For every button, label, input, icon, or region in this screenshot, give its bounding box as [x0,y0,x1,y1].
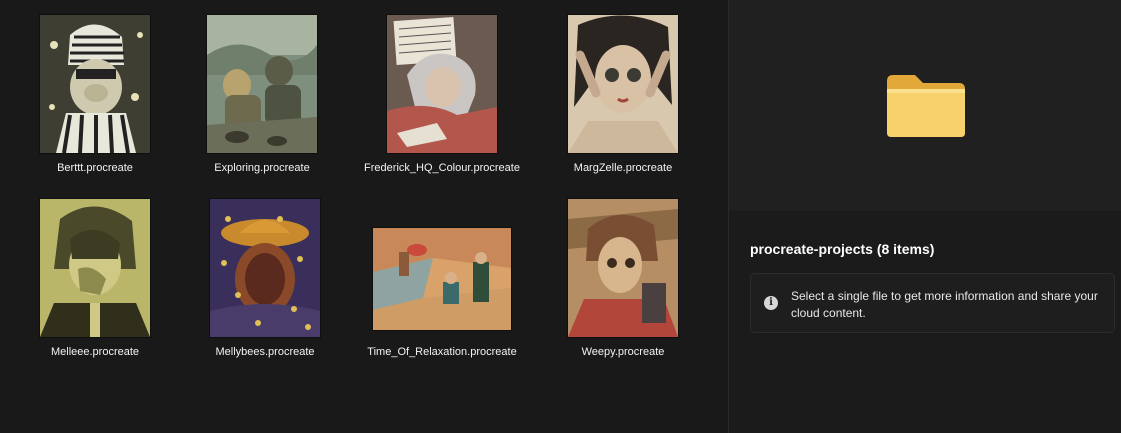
file-tile-weepy[interactable]: Weepy.procreate [533,193,713,375]
file-tile-time-of-relaxation[interactable]: Time_Of_Relaxation.procreate [352,193,532,375]
info-message: Select a single file to get more informa… [791,289,1098,320]
file-name: Frederick_HQ_Colour.procreate [364,162,520,174]
file-explorer-window: Berttt.procreate Exploring.procreate Fre… [0,0,1121,433]
thumbnail[interactable] [5,9,185,159]
file-grid: Berttt.procreate Exploring.procreate Fre… [0,0,728,433]
thumbnail[interactable] [175,193,355,343]
thumbnail[interactable] [533,193,713,343]
thumbnail[interactable] [5,193,185,343]
folder-summary-title: procreate-projects (8 items) [750,241,935,257]
file-name: Exploring.procreate [214,162,310,174]
folder-icon [886,74,965,137]
file-name: Mellybees.procreate [215,346,315,358]
file-name: Weepy.procreate [581,346,665,358]
file-tile-berttt[interactable]: Berttt.procreate [5,9,185,191]
file-name: Berttt.procreate [57,162,133,174]
procreate-artwork-thumbnail [373,228,511,330]
thumbnail[interactable] [352,9,532,159]
folder-preview [729,0,1121,211]
details-pane: procreate-projects (8 items) i Select a … [728,0,1121,433]
procreate-artwork-thumbnail [387,15,497,153]
thumbnail[interactable] [533,9,713,159]
file-tile-melleee[interactable]: Melleee.procreate [5,193,185,375]
procreate-artwork-thumbnail [40,199,150,337]
procreate-artwork-thumbnail [568,15,678,153]
file-tile-margzelle[interactable]: MargZelle.procreate [533,9,713,191]
file-tile-mellybees[interactable]: Mellybees.procreate [175,193,355,375]
file-name: MargZelle.procreate [573,162,673,174]
procreate-artwork-thumbnail [207,15,317,153]
file-tile-frederick[interactable]: Frederick_HQ_Colour.procreate [352,9,532,191]
procreate-artwork-thumbnail [568,199,678,337]
thumbnail[interactable] [172,9,352,159]
info-card: i Select a single file to get more infor… [750,273,1115,333]
file-name: Melleee.procreate [50,346,140,358]
procreate-artwork-thumbnail [210,199,320,337]
file-tile-exploring[interactable]: Exploring.procreate [172,9,352,191]
procreate-artwork-thumbnail [40,15,150,153]
thumbnail[interactable] [352,193,532,343]
info-icon: i [764,296,778,310]
file-name: Time_Of_Relaxation.procreate [367,346,517,358]
